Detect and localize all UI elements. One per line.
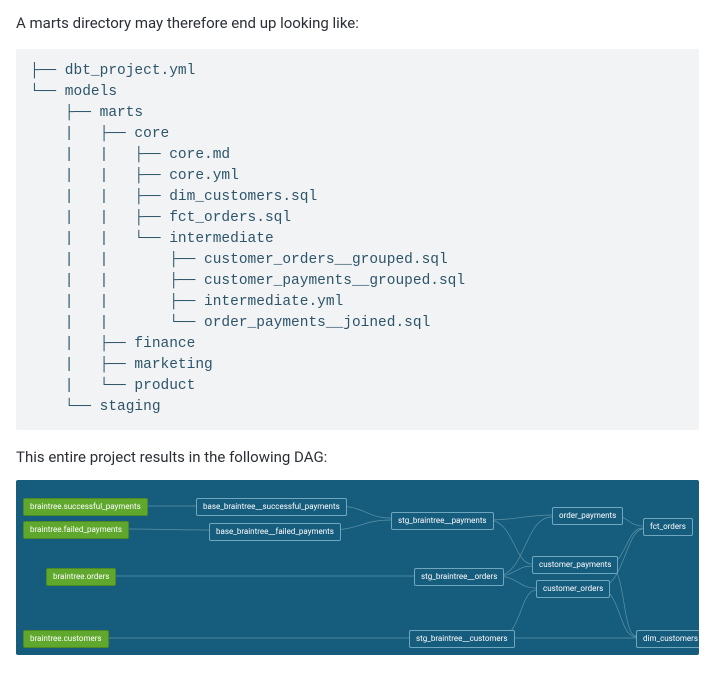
dag-node-model: stg_braintree__orders xyxy=(414,568,504,586)
dag-node-source: braintree.successful_payments xyxy=(23,498,148,516)
dag-node-model: dim_customers xyxy=(636,630,699,648)
dag-node-model: order_payments xyxy=(552,507,623,525)
intro-text: A marts directory may therefore end up l… xyxy=(16,12,699,35)
dag-node-model: customer_payments xyxy=(532,556,618,574)
dag-node-source: braintree.orders xyxy=(46,568,116,586)
dag-node-model: customer_orders xyxy=(536,580,610,598)
dag-node-model: stg_braintree__payments xyxy=(391,512,494,530)
dag-diagram: braintree.successful_payments braintree.… xyxy=(16,480,699,655)
dag-node-source: braintree.failed_payments xyxy=(23,521,129,539)
dag-node-source: braintree.customers xyxy=(23,630,109,648)
dag-node-model: base_braintree__successful_payments xyxy=(196,498,347,516)
dag-node-model: fct_orders xyxy=(643,518,693,536)
dag-intro-text: This entire project results in the follo… xyxy=(16,446,699,469)
dag-node-model: stg_braintree__customers xyxy=(409,630,515,648)
directory-tree-code: ├── dbt_project.yml └── models ├── marts… xyxy=(16,49,699,430)
dag-node-model: base_braintree__failed_payments xyxy=(209,523,341,541)
